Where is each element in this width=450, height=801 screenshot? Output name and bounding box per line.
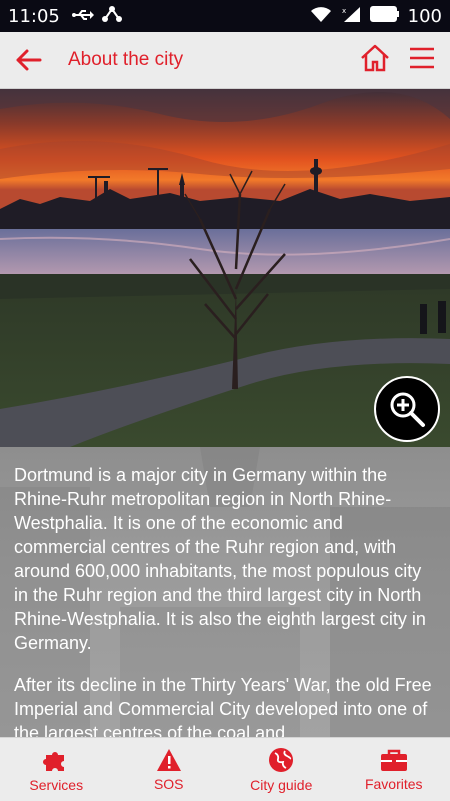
globe-icon: [268, 747, 294, 773]
nav-label: Favorites: [365, 776, 423, 792]
page-title: About the city: [68, 49, 183, 71]
battery-icon: [370, 6, 400, 26]
nav-favorites[interactable]: Favorites: [338, 738, 450, 801]
status-bar: 11:05 x 100: [0, 0, 450, 32]
menu-button[interactable]: [408, 46, 436, 75]
svg-text:x: x: [342, 7, 346, 15]
nav-services[interactable]: Services: [0, 738, 113, 801]
nav-label: SOS: [154, 776, 184, 792]
wifi-icon: [310, 5, 332, 27]
nav-label: City guide: [250, 777, 312, 793]
city-description[interactable]: Dortmund is a major city in Germany with…: [0, 447, 450, 737]
description-paragraph: After its decline in the Thirty Years' W…: [14, 673, 436, 737]
city-photo[interactable]: [0, 89, 450, 447]
home-button[interactable]: [360, 44, 390, 77]
battery-level: 100: [408, 6, 442, 27]
arrow-left-icon: [14, 48, 42, 72]
back-button[interactable]: [0, 32, 56, 88]
puzzle-icon: [43, 747, 69, 773]
briefcase-icon: [380, 748, 408, 772]
usb-icon: [72, 7, 94, 26]
zoom-in-icon: [387, 389, 427, 429]
nav-label: Services: [29, 777, 83, 793]
status-time: 11:05: [8, 6, 60, 27]
bottom-navigation: Services SOS City guide Favorites: [0, 737, 450, 801]
nav-city-guide[interactable]: City guide: [225, 738, 338, 801]
home-icon: [360, 44, 390, 72]
share-icon: [102, 5, 122, 27]
warning-icon: [156, 748, 182, 772]
signal-icon: x: [340, 5, 362, 27]
app-bar: About the city: [0, 32, 450, 89]
zoom-button[interactable]: [374, 376, 440, 442]
nav-sos[interactable]: SOS: [113, 738, 226, 801]
description-paragraph: Dortmund is a major city in Germany with…: [14, 463, 436, 655]
hamburger-menu-icon: [408, 46, 436, 70]
